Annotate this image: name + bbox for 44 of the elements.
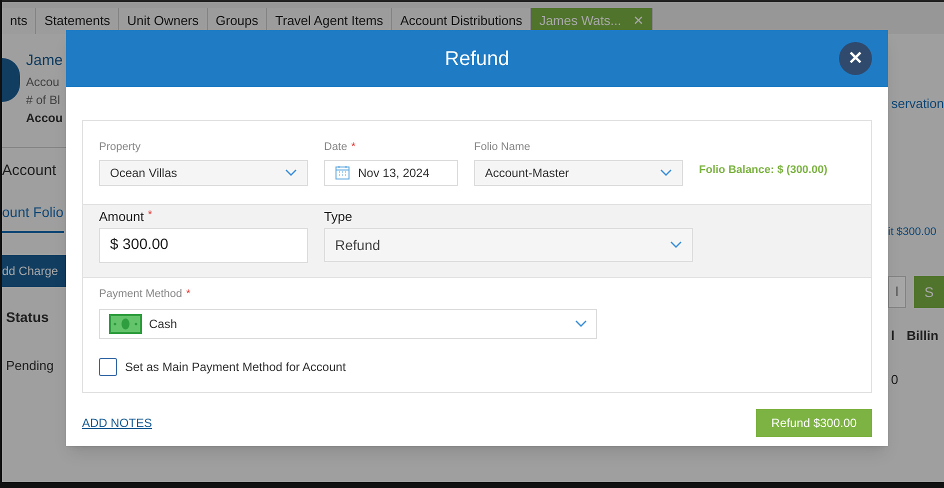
- field-label: Type: [324, 208, 354, 226]
- chevron-down-icon: [285, 168, 297, 176]
- folio-balance: Folio Balance: $ (300.00): [699, 163, 828, 178]
- folio-select[interactable]: Account-Master: [474, 160, 683, 186]
- tab[interactable]: nts: [2, 8, 36, 34]
- dialog-title: Refund: [444, 46, 510, 72]
- account-detail: Accou: [26, 74, 60, 90]
- field-label: Folio Name: [474, 140, 532, 155]
- add-charge-button[interactable]: dd Charge: [2, 255, 66, 287]
- credit-link[interactable]: it $300.00: [888, 224, 936, 240]
- account-detail: Accou: [26, 110, 63, 126]
- payment-method-select[interactable]: Cash: [99, 308, 597, 338]
- account-name: Jame: [26, 51, 63, 71]
- cash-icon: [109, 314, 142, 334]
- column-header: Status: [5, 308, 50, 327]
- date-field[interactable]: Nov 13, 2024: [324, 160, 458, 186]
- tab[interactable]: Statements: [36, 8, 120, 34]
- account-detail: # of Bl: [26, 92, 62, 108]
- field-label: Property: [99, 140, 142, 155]
- required-mark: *: [351, 140, 356, 155]
- checkbox-label: Set as Main Payment Method for Account: [125, 358, 346, 376]
- field-label: Payment Method: [99, 287, 182, 302]
- table-cell-text: 0: [890, 370, 898, 388]
- amount-field[interactable]: $ 300.00: [99, 228, 308, 263]
- reservation-link[interactable]: servation: [891, 94, 944, 114]
- calendar-icon: [335, 165, 350, 180]
- chevron-down-icon: [575, 320, 587, 328]
- folio-tab[interactable]: ount Folio: [2, 194, 64, 233]
- required-mark: *: [148, 208, 152, 222]
- add-notes-link[interactable]: ADD NOTES: [82, 414, 152, 432]
- chevron-down-icon: [660, 168, 672, 176]
- avatar: [2, 58, 20, 102]
- table-cell-text: Pending: [5, 357, 55, 375]
- column-header: l: [891, 327, 895, 345]
- close-button[interactable]: ✕: [839, 42, 872, 75]
- field-label: Date: [324, 140, 348, 155]
- cancel-button[interactable]: l: [888, 276, 906, 308]
- required-mark: *: [186, 287, 190, 302]
- field-label: Amount: [99, 208, 144, 226]
- type-select[interactable]: Refund: [324, 228, 693, 262]
- column-header: Billin: [906, 327, 938, 345]
- checkbox[interactable]: [99, 358, 117, 376]
- chevron-down-icon: [670, 241, 682, 249]
- property-select[interactable]: Ocean Villas: [99, 160, 308, 186]
